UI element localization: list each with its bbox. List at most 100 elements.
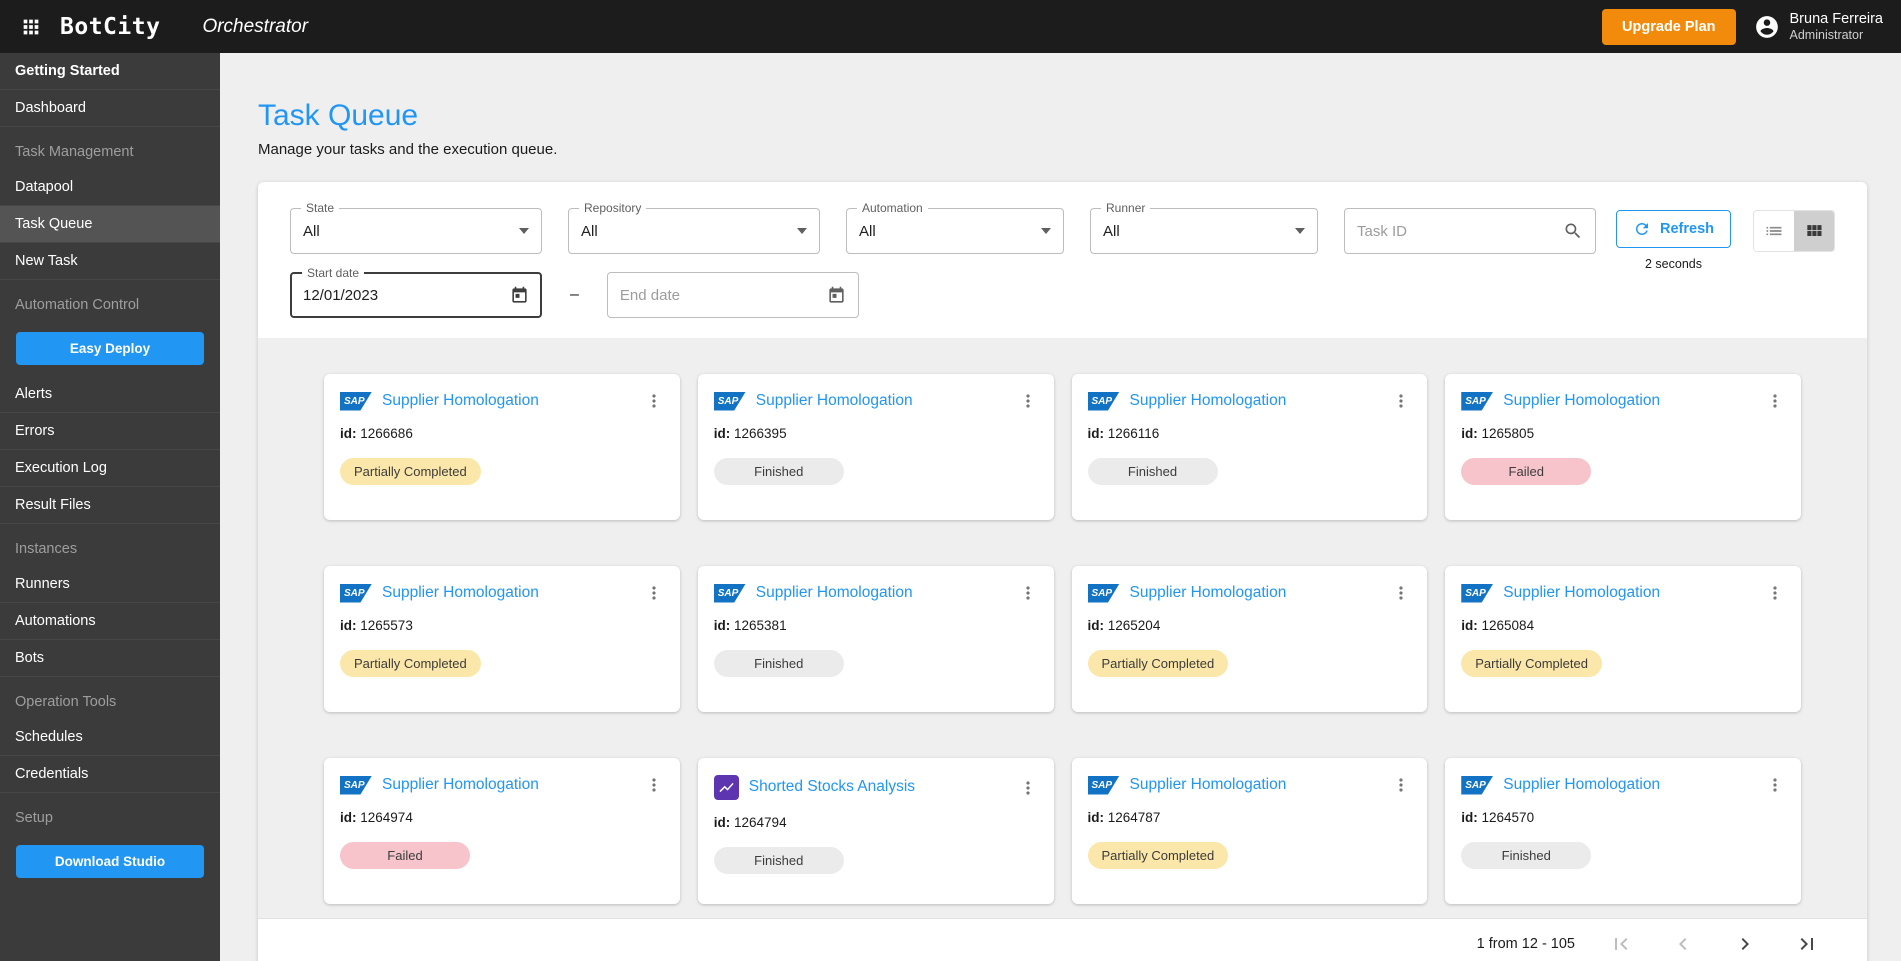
task-card-title[interactable]: Supplier Homologation [382, 776, 634, 795]
task-card[interactable]: Shorted Stocks Analysis id: 1264794 Fini… [697, 758, 1054, 904]
next-page-icon[interactable] [1733, 932, 1757, 956]
calendar-icon[interactable] [510, 286, 529, 305]
sidebar-item-new-task[interactable]: New Task [0, 243, 220, 280]
sidebar-item-result-files[interactable]: Result Files [0, 487, 220, 524]
sidebar-item-dashboard[interactable]: Dashboard [0, 90, 220, 127]
task-card[interactable]: SAP Supplier Homologation id: 1265084 Pa… [1445, 566, 1801, 712]
topbar-right: Upgrade Plan Bruna Ferreira Administrato… [1602, 8, 1883, 45]
automation-select[interactable]: Automation All [846, 201, 1064, 254]
kebab-menu-icon[interactable] [1391, 391, 1411, 411]
task-id: id: 1266686 [340, 426, 664, 441]
task-card[interactable]: SAP Supplier Homologation id: 1265381 Fi… [697, 566, 1054, 712]
task-card-title[interactable]: Supplier Homologation [1130, 392, 1382, 411]
pagination-controls [1609, 932, 1819, 956]
task-card-title[interactable]: Supplier Homologation [1503, 392, 1755, 411]
task-card-header: Shorted Stocks Analysis [713, 775, 1038, 800]
upgrade-plan-button[interactable]: Upgrade Plan [1602, 8, 1736, 45]
calendar-icon[interactable] [827, 286, 846, 305]
sap-icon: SAP [713, 583, 746, 603]
sidebar-item-automations[interactable]: Automations [0, 603, 220, 640]
task-card[interactable]: SAP Supplier Homologation id: 1266686 Pa… [324, 374, 680, 520]
task-card[interactable]: SAP Supplier Homologation id: 1265573 Pa… [324, 566, 680, 712]
task-card-title[interactable]: Supplier Homologation [756, 392, 1008, 411]
user-menu[interactable]: Bruna Ferreira Administrator [1754, 11, 1883, 42]
state-select[interactable]: State All [290, 201, 542, 254]
sidebar-button-download-studio[interactable]: Download Studio [16, 845, 204, 878]
kebab-menu-icon[interactable] [1018, 778, 1038, 798]
task-card-title[interactable]: Supplier Homologation [1503, 776, 1755, 795]
task-card[interactable]: SAP Supplier Homologation id: 1266395 Fi… [697, 374, 1054, 520]
kebab-menu-icon[interactable] [644, 583, 664, 603]
kebab-menu-icon[interactable] [644, 391, 664, 411]
task-card-title[interactable]: Supplier Homologation [1130, 776, 1382, 795]
task-id-value: 1265204 [1107, 618, 1161, 633]
task-id: id: 1264570 [1461, 810, 1785, 825]
task-card[interactable]: SAP Supplier Homologation id: 1264570 Fi… [1445, 758, 1801, 904]
kebab-menu-icon[interactable] [1018, 583, 1038, 603]
sidebar-item-errors[interactable]: Errors [0, 413, 220, 450]
chevron-down-icon [797, 228, 807, 234]
task-card-title[interactable]: Supplier Homologation [382, 392, 634, 411]
status-badge: Finished [713, 458, 844, 485]
previous-page-icon[interactable] [1671, 932, 1695, 956]
sidebar-item-alerts[interactable]: Alerts [0, 376, 220, 413]
grid-view-icon[interactable] [1794, 211, 1834, 251]
sap-icon: SAP [340, 391, 372, 411]
sidebar-item-credentials[interactable]: Credentials [0, 756, 220, 793]
sidebar-section-setup: Setup [15, 810, 53, 826]
chevron-down-icon [1041, 228, 1051, 234]
kebab-menu-icon[interactable] [1765, 391, 1785, 411]
task-id-input[interactable] [1357, 222, 1563, 240]
status-badge: Partially Completed [1461, 650, 1602, 677]
refresh-button[interactable]: Refresh [1616, 210, 1731, 248]
task-card-header: SAP Supplier Homologation [1087, 775, 1412, 795]
repository-select[interactable]: Repository All [568, 201, 820, 254]
task-card-title[interactable]: Shorted Stocks Analysis [749, 778, 1008, 797]
task-card[interactable]: SAP Supplier Homologation id: 1264974 Fa… [324, 758, 680, 904]
task-card[interactable]: SAP Supplier Homologation id: 1265204 Pa… [1071, 566, 1428, 712]
first-page-icon[interactable] [1609, 932, 1633, 956]
sidebar: Getting Started Dashboard Task Management D… [0, 53, 220, 961]
kebab-menu-icon[interactable] [1765, 583, 1785, 603]
apps-grid-icon[interactable] [18, 14, 44, 40]
status-badge: Finished [713, 650, 844, 677]
sidebar-item-bots[interactable]: Bots [0, 640, 220, 677]
task-id-value: 1264794 [734, 815, 787, 830]
kebab-menu-icon[interactable] [1018, 391, 1038, 411]
list-view-icon[interactable] [1754, 211, 1794, 251]
sap-icon: SAP [713, 391, 746, 411]
search-icon[interactable] [1563, 221, 1583, 241]
sidebar-item-getting-started[interactable]: Getting Started [0, 53, 220, 90]
sidebar-item-datapool[interactable]: Datapool [0, 169, 220, 206]
runner-select[interactable]: Runner All [1090, 201, 1318, 254]
state-select-label: State [301, 201, 340, 215]
sidebar-item-schedules[interactable]: Schedules [0, 719, 220, 756]
sidebar-item-task-queue[interactable]: Task Queue [0, 206, 220, 243]
start-date-label: Start date [302, 266, 365, 280]
start-date-input[interactable] [303, 286, 510, 304]
sidebar-item-execution-log[interactable]: Execution Log [0, 450, 220, 487]
kebab-menu-icon[interactable] [1391, 775, 1411, 795]
task-id-value: 1265381 [734, 618, 787, 633]
task-id: id: 1264787 [1088, 810, 1412, 825]
task-card-title[interactable]: Supplier Homologation [756, 584, 1008, 603]
end-date-input[interactable] [619, 286, 827, 304]
task-card[interactable]: SAP Supplier Homologation id: 1265805 Fa… [1445, 374, 1801, 520]
task-id-value: 1265573 [360, 618, 413, 633]
view-toggle [1753, 210, 1835, 252]
sap-icon: SAP [1461, 583, 1494, 603]
sidebar-button-easy-deploy[interactable]: Easy Deploy [16, 332, 204, 365]
kebab-menu-icon[interactable] [1765, 775, 1785, 795]
task-card[interactable]: SAP Supplier Homologation id: 1266116 Fi… [1071, 374, 1428, 520]
kebab-menu-icon[interactable] [644, 775, 664, 795]
task-card-header: SAP Supplier Homologation [713, 583, 1038, 603]
refresh-icon [1633, 220, 1651, 238]
last-page-icon[interactable] [1795, 932, 1819, 956]
task-card-title[interactable]: Supplier Homologation [382, 584, 634, 603]
task-card[interactable]: SAP Supplier Homologation id: 1264787 Pa… [1071, 758, 1428, 904]
kebab-menu-icon[interactable] [1391, 583, 1411, 603]
task-card-header: SAP Supplier Homologation [1087, 583, 1412, 603]
task-card-title[interactable]: Supplier Homologation [1503, 584, 1755, 603]
task-card-title[interactable]: Supplier Homologation [1130, 584, 1382, 603]
sidebar-item-runners[interactable]: Runners [0, 566, 220, 603]
